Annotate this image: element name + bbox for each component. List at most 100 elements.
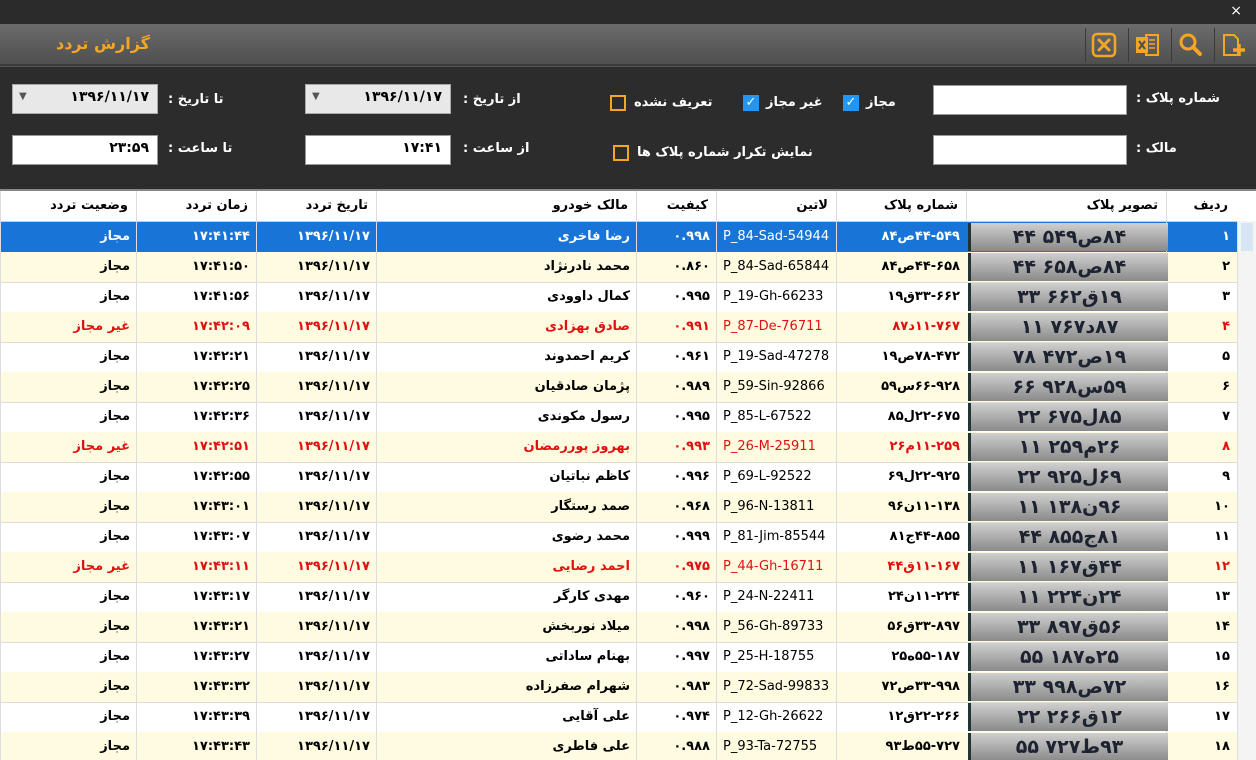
cell-time: ۱۷:۴۳:۲۱ bbox=[136, 612, 256, 642]
cell-row: ۵ bbox=[1166, 342, 1236, 372]
plate-number-label: شماره پلاک : bbox=[1136, 91, 1220, 106]
add-button[interactable] bbox=[1214, 28, 1251, 62]
col-row[interactable]: ردیف bbox=[1166, 191, 1236, 221]
table-row[interactable]: ۹ ۲۲-۹۲۵ل۶۹ P_69-L-92522 ۰.۹۹۶ کاظم نباتیان ۱… bbox=[0, 462, 1256, 493]
plate-image: ۱۲ق۲۶۶ ۲۲ bbox=[968, 703, 1168, 731]
table-row[interactable]: ۱۱ ۴۴-۸۵۵ج۸۱ P_81-Jim-85544 ۰.۹۹۹ محمد رضوی ۱… bbox=[0, 522, 1256, 553]
cell-latin: P_84-Sad-65844 bbox=[716, 252, 836, 282]
cell-owner: میلاد نوربخش bbox=[376, 612, 636, 642]
page-title: گزارش تردد bbox=[56, 34, 150, 53]
export-excel-button[interactable] bbox=[1128, 28, 1165, 62]
cell-plate-number: ۲۲-۲۶۶ق۱۲ bbox=[836, 702, 966, 732]
table-row[interactable]: ۱۵ ۵۵-۱۸۷ه۲۵ P_25-H-18755 ۰.۹۹۷ بهنام ساداتی… bbox=[0, 642, 1256, 673]
cell-owner: علی فاطری bbox=[376, 732, 636, 760]
col-date[interactable]: تاریخ تردد bbox=[256, 191, 376, 221]
not-allowed-label: غیر مجاز bbox=[766, 95, 823, 110]
cell-date: ۱۳۹۶/۱۱/۱۷ bbox=[256, 582, 376, 612]
table-row[interactable]: ۶ ۶۶-۹۲۸س۵۹ P_59-Sin-92866 ۰.۹۸۹ پژمان صادقی… bbox=[0, 372, 1256, 403]
to-time-input[interactable]: ۲۳:۵۹ bbox=[12, 135, 158, 165]
owner-input[interactable] bbox=[933, 135, 1127, 165]
from-date-select[interactable]: ▼ ۱۳۹۶/۱۱/۱۷ bbox=[305, 84, 451, 114]
cell-quality: ۰.۹۶۸ bbox=[636, 492, 716, 522]
allowed-checkbox[interactable]: ✓ bbox=[843, 95, 859, 111]
plate-image: ۵۶ق۸۹۷ ۳۳ bbox=[968, 613, 1168, 641]
from-date-value: ۱۳۹۶/۱۱/۱۷ bbox=[363, 89, 442, 105]
not-allowed-checkbox[interactable]: ✓ bbox=[743, 95, 759, 111]
cell-row: ۱۴ bbox=[1166, 612, 1236, 642]
cell-quality: ۰.۹۹۸ bbox=[636, 222, 716, 252]
cell-time: ۱۷:۴۱:۵۰ bbox=[136, 252, 256, 282]
cell-row: ۴ bbox=[1166, 312, 1236, 342]
cell-row: ۱۵ bbox=[1166, 642, 1236, 672]
plate-image: ۱۹ق۶۶۲ ۳۳ bbox=[968, 283, 1168, 311]
col-status[interactable]: وضعیت تردد bbox=[0, 191, 136, 221]
cell-quality: ۰.۹۶۱ bbox=[636, 342, 716, 372]
table-row[interactable]: ۱۰ ۱۱-۱۳۸ن۹۶ P_96-N-13811 ۰.۹۶۸ صمد رستگار ۱۳… bbox=[0, 492, 1256, 523]
cell-date: ۱۳۹۶/۱۱/۱۷ bbox=[256, 492, 376, 522]
cell-row: ۱ bbox=[1166, 222, 1236, 252]
cell-status: مجاز bbox=[0, 672, 136, 702]
cell-quality: ۰.۹۹۶ bbox=[636, 462, 716, 492]
add-icon bbox=[1223, 34, 1245, 56]
table-row[interactable]: ۳ ۳۳-۶۶۲ق۱۹ P_19-Gh-66233 ۰.۹۹۵ کمال داوودی ۱… bbox=[0, 282, 1256, 313]
plate-image: ۴۴ق۱۶۷ ۱۱ bbox=[968, 553, 1168, 581]
cell-latin: P_93-Ta-72755 bbox=[716, 732, 836, 760]
col-time[interactable]: زمان تردد bbox=[136, 191, 256, 221]
cell-status: مجاز bbox=[0, 282, 136, 312]
table-row[interactable]: ۱۶ ۳۳-۹۹۸ص۷۲ P_72-Sad-99833 ۰.۹۸۳ شهرام صفرز… bbox=[0, 672, 1256, 703]
chevron-down-icon: ▼ bbox=[312, 91, 320, 102]
cell-date: ۱۳۹۶/۱۱/۱۷ bbox=[256, 672, 376, 702]
to-date-select[interactable]: ▼ ۱۳۹۶/۱۱/۱۷ bbox=[12, 84, 158, 114]
cell-plate-number: ۱۱-۷۶۷د۸۷ bbox=[836, 312, 966, 342]
cell-quality: ۰.۹۷۴ bbox=[636, 702, 716, 732]
cell-time: ۱۷:۴۳:۱۱ bbox=[136, 552, 256, 582]
table-row[interactable]: ۷ ۲۲-۶۷۵ل۸۵ P_85-L-67522 ۰.۹۹۵ رسول مکوندی ۱۳… bbox=[0, 402, 1256, 433]
cell-date: ۱۳۹۶/۱۱/۱۷ bbox=[256, 732, 376, 760]
plate-image: ۹۳ط۷۲۷ ۵۵ bbox=[968, 733, 1168, 760]
col-owner[interactable]: مالک خودرو bbox=[376, 191, 636, 221]
cell-time: ۱۷:۴۱:۵۶ bbox=[136, 282, 256, 312]
table-row[interactable]: ۱۳ ۱۱-۲۲۴ن۲۴ P_24-N-22411 ۰.۹۶۰ مهدی کارگر ۱۳… bbox=[0, 582, 1256, 613]
allowed-label: مجاز bbox=[866, 95, 896, 110]
vertical-scrollbar[interactable] bbox=[1237, 221, 1256, 760]
plate-image: ۵۹س۹۲۸ ۶۶ bbox=[968, 373, 1168, 401]
cell-owner: بهروز پوررمضان bbox=[376, 432, 636, 462]
from-date-label: از تاریخ : bbox=[463, 92, 521, 107]
cell-plate-number: ۴۴-۵۴۹ص۸۴ bbox=[836, 222, 966, 252]
table-row[interactable]: ۱۴ ۳۳-۸۹۷ق۵۶ P_56-Gh-89733 ۰.۹۹۸ میلاد نوربخ… bbox=[0, 612, 1256, 643]
col-plate-image[interactable]: تصویر پلاک bbox=[966, 191, 1166, 221]
cell-latin: P_56-Gh-89733 bbox=[716, 612, 836, 642]
show-repeats-checkbox[interactable] bbox=[613, 145, 629, 161]
table-row[interactable]: ۱۲ ۱۱-۱۶۷ق۴۴ P_44-Gh-16711 ۰.۹۷۵ احمد رضایی ۱… bbox=[0, 552, 1256, 583]
window-close-button[interactable]: × bbox=[1230, 3, 1242, 19]
col-plate-number[interactable]: شماره پلاک bbox=[836, 191, 966, 221]
cell-quality: ۰.۹۸۹ bbox=[636, 372, 716, 402]
undefined-checkbox[interactable] bbox=[610, 95, 626, 111]
table-row[interactable]: ۸ ۱۱-۲۵۹م۲۶ P_26-M-25911 ۰.۹۹۳ بهروز پوررمضا… bbox=[0, 432, 1256, 463]
table-row[interactable]: ۴ ۱۱-۷۶۷د۸۷ P_87-De-76711 ۰.۹۹۱ صادق بهزادی ۱… bbox=[0, 312, 1256, 343]
table-row[interactable]: ۱ ۴۴-۵۴۹ص۸۴ P_84-Sad-54944 ۰.۹۹۸ رضا فاخری ۱۳… bbox=[0, 222, 1256, 253]
plate-image: ۹۶ن۱۳۸ ۱۱ bbox=[968, 493, 1168, 521]
cell-plate-number: ۱۱-۲۵۹م۲۶ bbox=[836, 432, 966, 462]
cell-owner: پژمان صادقیان bbox=[376, 372, 636, 402]
table-row[interactable]: ۵ ۷۸-۴۷۲ص۱۹ P_19-Sad-47278 ۰.۹۶۱ کریم احمدون… bbox=[0, 342, 1256, 373]
from-time-input[interactable]: ۱۷:۴۱ bbox=[305, 135, 451, 165]
cell-time: ۱۷:۴۳:۱۷ bbox=[136, 582, 256, 612]
table-row[interactable]: ۲ ۴۴-۶۵۸ص۸۴ P_84-Sad-65844 ۰.۸۶۰ محمد نادرنژ… bbox=[0, 252, 1256, 283]
cell-latin: P_26-M-25911 bbox=[716, 432, 836, 462]
scrollbar-thumb[interactable] bbox=[1241, 223, 1253, 251]
cell-plate-number: ۳۳-۶۶۲ق۱۹ bbox=[836, 282, 966, 312]
close-report-button[interactable] bbox=[1085, 28, 1122, 62]
table-row[interactable]: ۱۷ ۲۲-۲۶۶ق۱۲ P_12-Gh-26622 ۰.۹۷۴ علی آقایی ۱۳… bbox=[0, 702, 1256, 733]
cell-date: ۱۳۹۶/۱۱/۱۷ bbox=[256, 282, 376, 312]
col-latin[interactable]: لاتین bbox=[716, 191, 836, 221]
search-button[interactable] bbox=[1171, 28, 1208, 62]
col-quality[interactable]: کیفیت bbox=[636, 191, 716, 221]
cell-date: ۱۳۹۶/۱۱/۱۷ bbox=[256, 402, 376, 432]
cell-time: ۱۷:۴۳:۳۹ bbox=[136, 702, 256, 732]
table-row[interactable]: ۱۸ ۵۵-۷۲۷ط۹۳ P_93-Ta-72755 ۰.۹۸۸ علی فاطری ۱۳… bbox=[0, 732, 1256, 760]
cell-row: ۳ bbox=[1166, 282, 1236, 312]
cell-status: مجاز bbox=[0, 402, 136, 432]
cell-quality: ۰.۹۷۵ bbox=[636, 552, 716, 582]
plate-number-input[interactable] bbox=[933, 85, 1127, 115]
